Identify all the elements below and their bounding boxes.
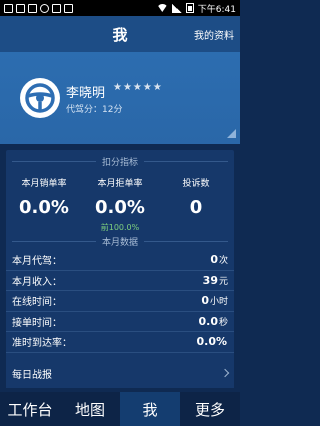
row-value: 0	[201, 294, 209, 308]
row-value: 0	[210, 253, 218, 267]
row-label: 准时到达率：	[12, 338, 72, 350]
metric-value: 0.0%	[19, 197, 69, 218]
row-unit: 秒	[218, 317, 228, 328]
driving-score: 代驾分：12分	[66, 105, 123, 115]
row-value: 39	[202, 273, 218, 287]
daily-report-button[interactable]: 每日战报	[6, 358, 234, 388]
row-label: 本月收入：	[12, 276, 62, 288]
app-header: 我 我的资料	[0, 16, 240, 52]
metric-rank: 前100.0%	[100, 223, 140, 232]
bottom-tab-bar: 工作台 地图 我 更多	[0, 392, 240, 426]
deduction-metrics: 本月销单率 0.0% 本月拒单率 0.0% 前100.0% 投诉数 0	[6, 176, 234, 233]
status-bar: 下午6:41	[0, 0, 240, 16]
row-value: 0.0%	[196, 335, 227, 349]
tab-more[interactable]: 更多	[180, 392, 240, 426]
chevron-right-icon	[220, 368, 230, 378]
row-label: 接单时间：	[12, 317, 62, 329]
monthly-section-title: 本月数据	[6, 234, 234, 248]
list-item: 接单时间： 0.0 秒	[6, 312, 234, 332]
message-icon	[4, 3, 13, 13]
metric-cancel-rate: 本月销单率 0.0%	[6, 176, 82, 233]
page-title: 我	[112, 25, 128, 44]
my-profile-link[interactable]: 我的资料	[194, 27, 234, 42]
wifi-icon	[156, 4, 168, 12]
list-item: 准时到达率： 0.0%	[6, 332, 234, 353]
metric-label: 本月销单率	[21, 179, 67, 189]
tab-map[interactable]: 地图	[60, 392, 120, 426]
row-unit: 元	[218, 276, 228, 287]
row-unit: 次	[218, 256, 228, 267]
list-item: 在线时间： 0 小时	[6, 291, 234, 312]
tab-me[interactable]: 我	[120, 392, 180, 426]
notification-icons	[4, 3, 73, 13]
row-unit: 小时	[209, 297, 228, 308]
row-label: 在线时间：	[12, 297, 62, 309]
metric-reject-rate: 本月拒单率 0.0% 前100.0%	[82, 176, 158, 233]
deduction-section-title: 扣分指标	[6, 154, 234, 168]
list-item: 本月收入： 39 元	[6, 271, 234, 291]
chat-icon	[52, 3, 61, 13]
email-icon	[64, 3, 73, 13]
metric-value: 0.0%	[95, 197, 145, 218]
signal-icon	[171, 3, 182, 13]
avatar[interactable]	[20, 78, 60, 118]
metric-complaints: 投诉数 0	[158, 176, 234, 233]
tab-workbench[interactable]: 工作台	[0, 392, 60, 426]
row-value: 0.0	[198, 314, 218, 328]
app-icon	[28, 3, 37, 13]
settings-icon	[40, 3, 49, 13]
rating-stars: ★★★★★	[113, 82, 163, 93]
list-item: 本月代驾： 0 次	[6, 250, 234, 271]
image-icon	[16, 3, 25, 13]
status-time: 下午6:41	[197, 4, 236, 15]
stats-card: 扣分指标 本月销单率 0.0% 本月拒单率 0.0% 前100.0% 投诉数 0…	[6, 150, 234, 382]
battery-icon	[185, 3, 194, 13]
row-label: 本月代驾：	[12, 256, 62, 268]
corner-triangle-icon	[227, 129, 236, 138]
metric-value: 0	[189, 197, 203, 218]
metric-label: 本月拒单率	[97, 179, 143, 189]
profile-panel: 李晓明 ★★★★★ 代驾分：12分	[0, 52, 240, 144]
metric-label: 投诉数	[182, 179, 210, 189]
monthly-data-list: 本月代驾： 0 次 本月收入： 39 元 在线时间： 0 小时 接单时间： 0.…	[6, 250, 234, 353]
daily-report-label: 每日战报	[12, 369, 52, 381]
driver-name: 李晓明	[66, 86, 106, 101]
steering-wheel-icon	[25, 83, 55, 113]
